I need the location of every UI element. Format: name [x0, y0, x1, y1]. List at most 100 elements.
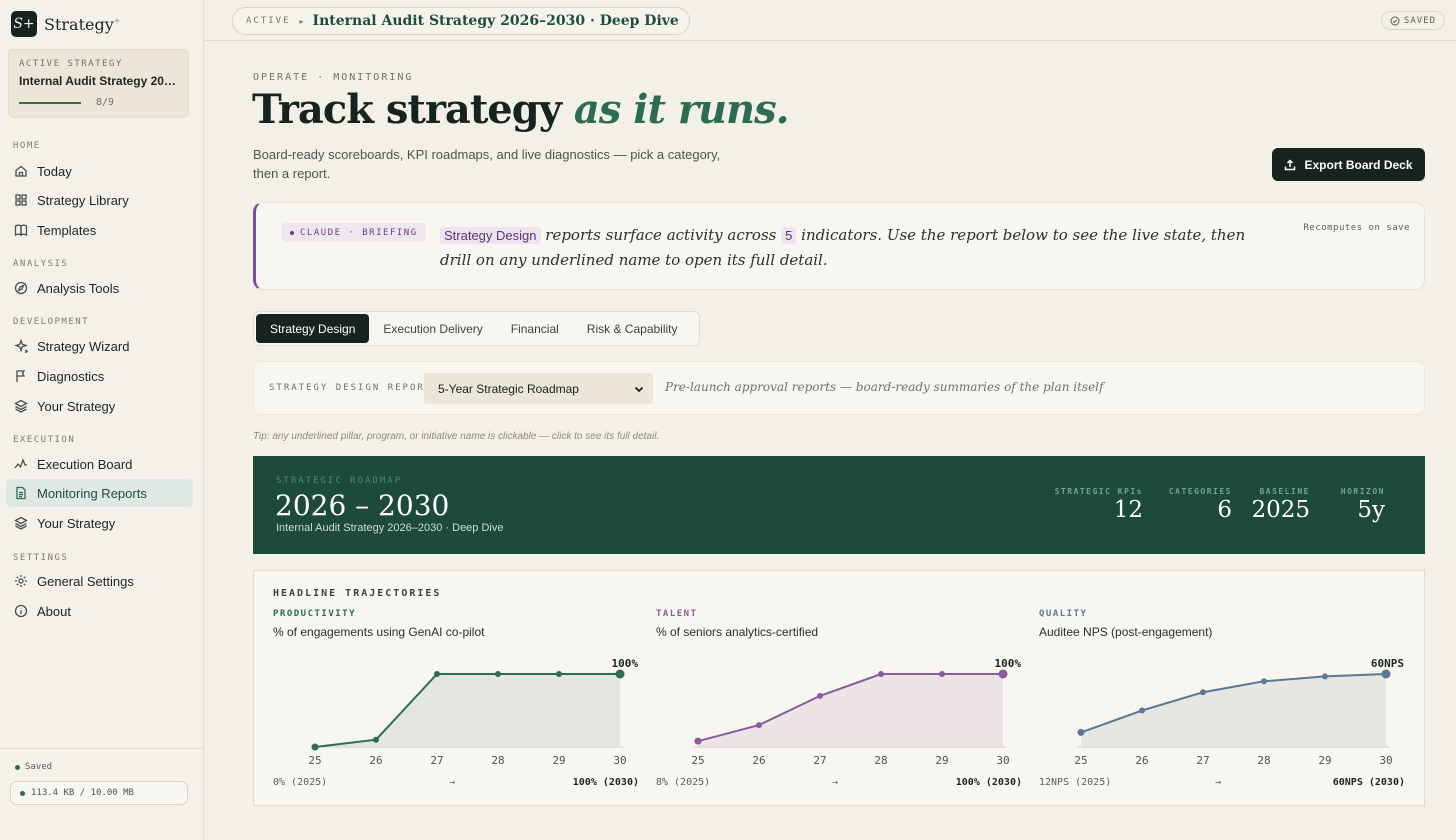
nav-item-general-settings[interactable]: General Settings	[6, 567, 193, 595]
document-icon	[16, 486, 26, 500]
breadcrumb-title: Internal Audit Strategy 2026–2030 · Deep…	[312, 13, 679, 29]
trajectory-panel-talent: TALENT % of seniors analytics-certified 25…	[656, 609, 1024, 799]
brand-logo: S+	[11, 11, 37, 37]
export-board-deck-button[interactable]: Export Board Deck	[1272, 148, 1425, 181]
roadmap-years: 2026 – 2030	[275, 489, 450, 522]
nav-item-label: Strategy Wizard	[37, 338, 130, 354]
breadcrumb-status: ACTIVE	[246, 16, 291, 26]
status-dot	[20, 790, 25, 796]
nav-item-templates[interactable]: Templates	[6, 216, 193, 244]
info-icon	[14, 604, 28, 618]
report-select[interactable]: 5-Year Strategic Roadmap	[424, 373, 653, 404]
active-strategy-card[interactable]: ACTIVE STRATEGY Internal Audit Strategy …	[8, 49, 189, 118]
trajectory-point	[817, 692, 823, 699]
stat-categories: CATEGORIES 6	[1169, 487, 1232, 523]
brand[interactable]: S+ Strategy+	[11, 11, 120, 37]
stat-strategic-kpis: STRATEGIC KPIs 12	[1055, 487, 1143, 523]
nav-item-label: Strategy Library	[37, 192, 129, 208]
trajectory-point	[434, 671, 440, 677]
page-title: Track strategy as it runs.	[252, 86, 790, 133]
trajectory-point	[615, 669, 625, 679]
briefing-tag-label: CLAUDE · BRIEFING	[300, 227, 418, 238]
trajectory-point	[495, 671, 501, 677]
trajectory-category: TALENT	[656, 609, 698, 619]
trajectory-point	[373, 736, 379, 743]
nav-item-strategy-wizard[interactable]: Strategy Wizard	[6, 332, 193, 360]
briefing-tag: CLAUDE · BRIEFING	[282, 223, 426, 242]
nav-item-execution-board[interactable]: Execution Board	[6, 450, 193, 478]
active-strategy-name: Internal Audit Strategy 2026–2030 · Deep…	[19, 74, 178, 88]
x-tick-label: 30	[1379, 754, 1392, 767]
storage-usage-label: 113.4 KB / 10.00 MB	[31, 788, 134, 798]
trajectory-point	[1077, 728, 1085, 736]
nav-item-about[interactable]: About	[6, 597, 193, 625]
x-tick-label: 30	[613, 754, 626, 767]
nav-item-strategy-library[interactable]: Strategy Library	[6, 186, 193, 214]
x-tick-label: 26	[369, 754, 382, 767]
nav-item-analysis-tools[interactable]: Analysis Tools	[6, 274, 193, 302]
nav-item-label: Analysis Tools	[37, 280, 120, 296]
home-icon	[15, 165, 27, 177]
nav-item-your-strategy-dev[interactable]: Your Strategy	[6, 392, 193, 420]
trajectory-chart: 25 26 27 28 29 30 100%	[308, 657, 638, 767]
trajectory-point	[311, 743, 319, 751]
trajectory-point	[1322, 673, 1328, 680]
trajectory-start: 12NPS (2025)	[1039, 777, 1112, 788]
stat-label: HORIZON	[1340, 487, 1385, 496]
trajectory-point	[1381, 669, 1391, 679]
x-tick-label: 28	[491, 754, 504, 767]
tab-execution-delivery[interactable]: Execution Delivery	[369, 314, 496, 343]
nav-item-diagnostics[interactable]: Diagnostics	[6, 362, 193, 390]
x-tick-label: 27	[1196, 754, 1209, 767]
nav-item-your-strategy-exec[interactable]: Your Strategy	[6, 509, 193, 537]
page-title-main: Track strategy	[252, 86, 562, 133]
layers-icon	[14, 399, 28, 413]
x-tick-label: 29	[935, 754, 948, 767]
trajectory-panel-quality: QUALITY Auditee NPS (post-engagement) 25 26…	[1039, 609, 1407, 799]
nav-item-today[interactable]: Today	[6, 157, 193, 185]
roadmap-label: STRATEGIC ROADMAP	[276, 476, 403, 486]
report-select-value: 5-Year Strategic Roadmap	[438, 381, 579, 396]
nav-section-analysis: ANALYSIS	[13, 259, 69, 269]
x-tick-label: 27	[813, 754, 826, 767]
breadcrumb[interactable]: ACTIVE ▸ Internal Audit Strategy 2026–20…	[232, 7, 690, 35]
nav-section-home: HOME	[13, 141, 41, 151]
page-title-accent: as it runs.	[573, 86, 790, 133]
x-tick-label: 29	[1318, 754, 1331, 767]
stat-label: CATEGORIES	[1168, 487, 1232, 496]
upload-icon	[1285, 158, 1296, 170]
active-strategy-progress-count: 8/9	[96, 97, 115, 108]
grid-icon	[15, 194, 27, 206]
trajectory-point	[1261, 678, 1267, 685]
claude-briefing: CLAUDE · BRIEFING Strategy Design report…	[253, 202, 1425, 290]
sparkle-icon	[14, 339, 28, 353]
recompute-note: Recomputes on save	[1303, 223, 1410, 233]
stat-baseline: BASELINE 2025	[1251, 487, 1310, 523]
tab-financial[interactable]: Financial	[497, 314, 573, 343]
x-tick-label: 27	[430, 754, 443, 767]
x-tick-label: 25	[308, 754, 321, 767]
tab-strategy-design[interactable]: Strategy Design	[256, 314, 370, 343]
nav-section-development: DEVELOPMENT	[13, 317, 90, 327]
x-tick-label: 28	[874, 754, 887, 767]
nav-item-label: About	[37, 603, 71, 619]
briefing-text-a: reports surface activity across	[545, 226, 777, 244]
trajectory-metric: % of engagements using GenAI co-pilot	[273, 625, 485, 639]
trajectory-metric: Auditee NPS (post-engagement)	[1039, 625, 1213, 639]
report-selector-bar: STRATEGY DESIGN REPORT 5-Year Strategic …	[253, 361, 1425, 415]
page-subtitle: Board-ready scoreboards, KPI roadmaps, a…	[253, 147, 721, 181]
nav-item-label: Monitoring Reports	[37, 485, 147, 501]
strategic-roadmap-banner: STRATEGIC ROADMAP 2026 – 2030 Internal A…	[253, 456, 1425, 554]
trajectory-panel-productivity: PRODUCTIVITY % of engagements using GenAI…	[273, 609, 641, 799]
x-tick-label: 29	[552, 754, 565, 767]
nav-item-label: Diagnostics	[37, 368, 105, 384]
briefing-category-chip: Strategy Design	[440, 227, 541, 244]
tab-risk-capability[interactable]: Risk & Capability	[573, 314, 692, 343]
trajectory-point	[556, 671, 562, 677]
nav-item-monitoring-reports[interactable]: Monitoring Reports	[6, 479, 193, 507]
briefing-text: Strategy Design reports surface activity…	[440, 223, 1260, 272]
trajectory-start: 8% (2025)	[656, 777, 711, 788]
x-tick-label: 26	[1135, 754, 1148, 767]
arrow-right-icon: →	[1215, 777, 1222, 788]
report-selector-label: STRATEGY DESIGN REPORT	[269, 383, 433, 393]
